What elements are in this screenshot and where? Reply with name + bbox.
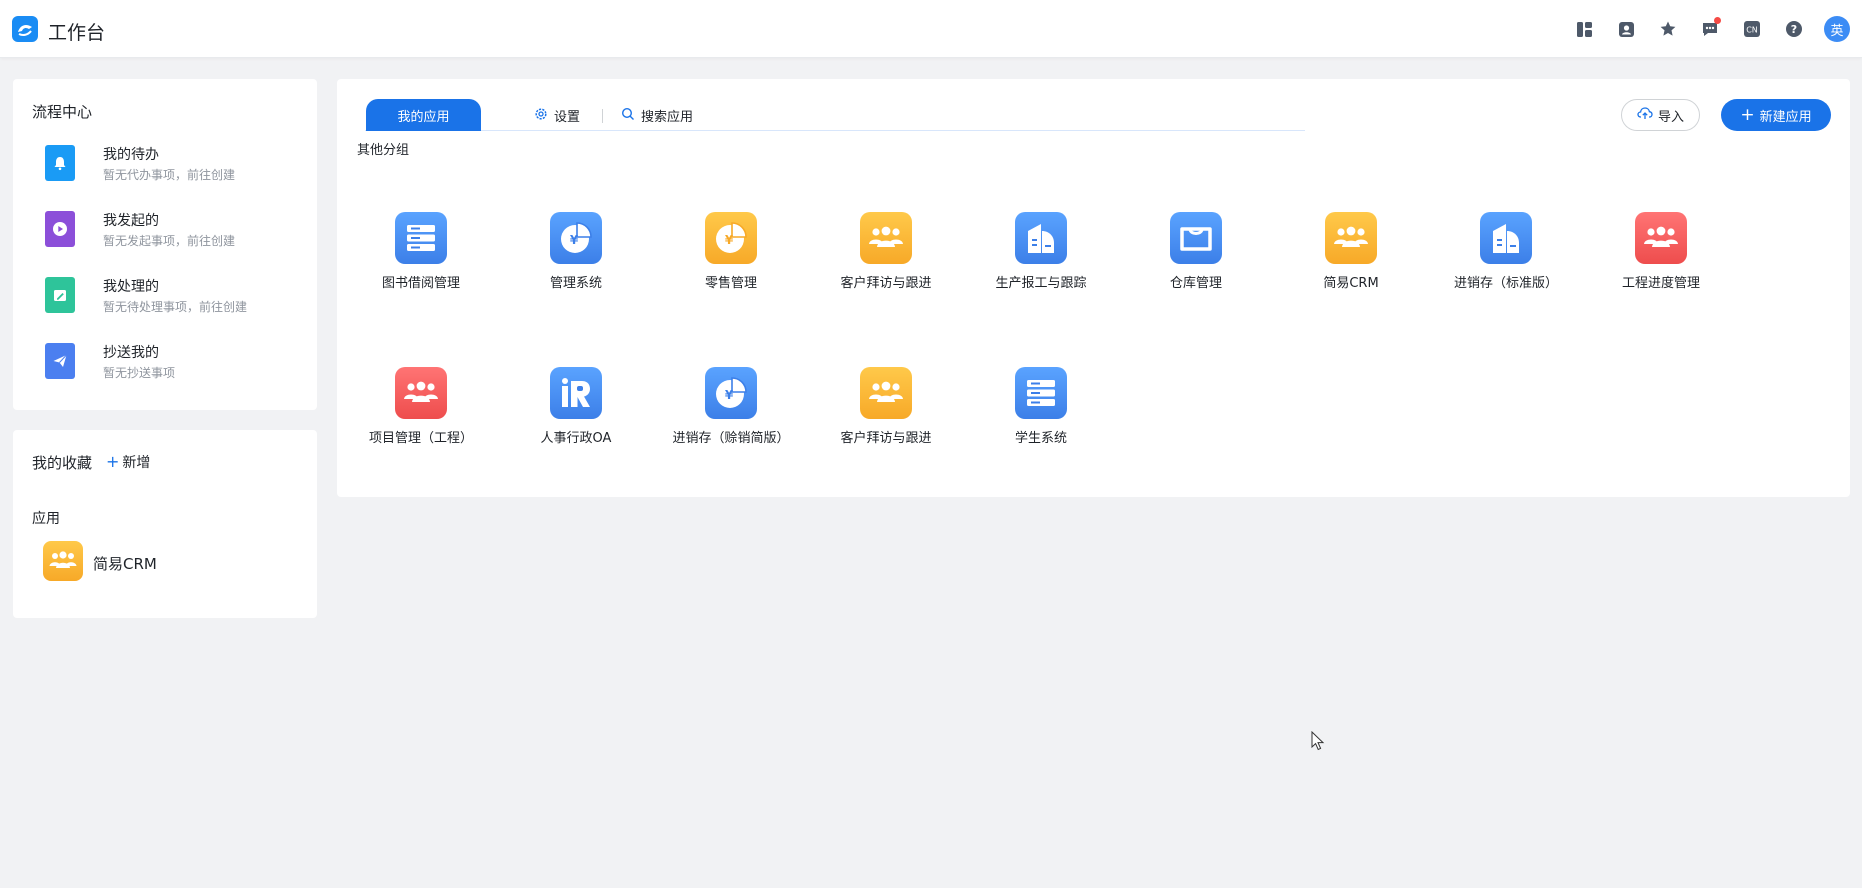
favorites-section-label: 应用 [32,511,60,527]
plus-icon: + [106,452,120,471]
tab-settings[interactable]: 设置 [534,106,580,125]
app-tile[interactable]: 生产报工与跟踪 [971,212,1111,302]
flow-center-title: 流程中心 [32,103,93,121]
flow-item-cc[interactable]: 抄送我的 暂无抄送事项 [45,340,305,384]
app-tile[interactable]: ¥ 零售管理 [661,212,801,302]
tab-separator [602,109,603,123]
avatar[interactable]: 英 [1824,16,1850,42]
favorite-app-item[interactable]: 简易CRM [43,541,243,583]
app-tile[interactable]: 学生系统 [971,367,1111,457]
import-button[interactable]: 导入 [1621,99,1700,131]
app-tile[interactable]: 客户拜访与跟进 [816,212,956,302]
app-tile[interactable]: 图书借阅管理 [351,212,491,302]
svg-text:¥: ¥ [725,233,734,247]
cloud-upload-icon [1637,106,1653,124]
people-icon [860,212,912,264]
warehouse-icon [1170,212,1222,264]
svg-text:¥: ¥ [725,388,734,402]
flow-center-panel: 流程中心 我的待办 暂无代办事项，前往创建 我发起的 暂无发起事项，前往创建 我… [13,79,317,410]
app-tile[interactable]: 进销存（标准版） [1436,212,1576,302]
search-icon [621,107,635,125]
people-icon [1635,212,1687,264]
mouse-cursor-icon [1311,730,1325,755]
edit-icon [45,277,75,313]
header-toolbar: CN ? 英 [1572,16,1850,42]
app-tile[interactable]: 项目管理（工程） [351,367,491,457]
app-tile[interactable]: 仓库管理 [1126,212,1266,302]
layout-icon[interactable] [1572,17,1596,41]
play-icon [45,211,75,247]
svg-text:¥: ¥ [570,233,579,247]
app-tile[interactable]: ¥ 管理系统 [506,212,646,302]
app-tile[interactable]: ¥ 进销存（赊销简版） [661,367,801,457]
people-icon [395,367,447,419]
tab-my-apps[interactable]: 我的应用 [366,99,481,131]
people-icon [860,367,912,419]
database-icon [395,212,447,264]
app-title: 工作台 [48,22,106,44]
pie-yuan-icon: ¥ [705,367,757,419]
building-icon [1480,212,1532,264]
flow-item-initiated[interactable]: 我发起的 暂无发起事项，前往创建 [45,208,305,252]
language-badge: CN [1746,26,1758,35]
app-logo-icon[interactable] [12,16,38,42]
favorites-panel: 我的收藏 + 新增 应用 简易CRM [13,430,317,618]
help-glyph: ? [1791,23,1797,36]
hr-icon [550,367,602,419]
language-icon[interactable]: CN [1740,17,1764,41]
app-tile[interactable]: 客户拜访与跟进 [816,367,956,457]
plus-icon: + [1740,104,1755,125]
notification-dot [1714,17,1721,24]
help-icon[interactable]: ? [1782,17,1806,41]
people-icon [43,541,83,581]
building-icon [1015,212,1067,264]
database-icon [1015,367,1067,419]
app-tile[interactable]: 工程进度管理 [1591,212,1731,302]
app-tile[interactable]: 人事行政OA [506,367,646,457]
group-label: 其他分组 [357,143,410,158]
tab-underline [365,130,1305,131]
pie-yuan-icon: ¥ [550,212,602,264]
add-favorite-button[interactable]: + 新增 [106,452,150,472]
flow-item-todo[interactable]: 我的待办 暂无代办事项，前往创建 [45,142,305,186]
favorites-title: 我的收藏 [32,454,93,472]
contacts-icon[interactable] [1614,17,1638,41]
message-icon[interactable] [1698,17,1722,41]
pie-yuan-icon: ¥ [705,212,757,264]
app-tile[interactable]: 简易CRM [1281,212,1421,302]
star-icon[interactable] [1656,17,1680,41]
new-app-button[interactable]: + 新建应用 [1721,99,1831,131]
people-icon [1325,212,1377,264]
gear-icon [534,107,548,125]
flow-item-processed[interactable]: 我处理的 暂无待处理事项，前往创建 [45,274,305,318]
search-apps-input[interactable]: 搜索应用 [621,106,693,125]
bell-icon [45,145,75,181]
send-icon [45,343,75,379]
top-bar: 工作台 CN ? 英 [0,0,1862,58]
main-panel: 我的应用 设置 搜索应用 导入 + 新建应用 其他分组 图书借阅管理 ¥ 管理系… [337,79,1850,497]
